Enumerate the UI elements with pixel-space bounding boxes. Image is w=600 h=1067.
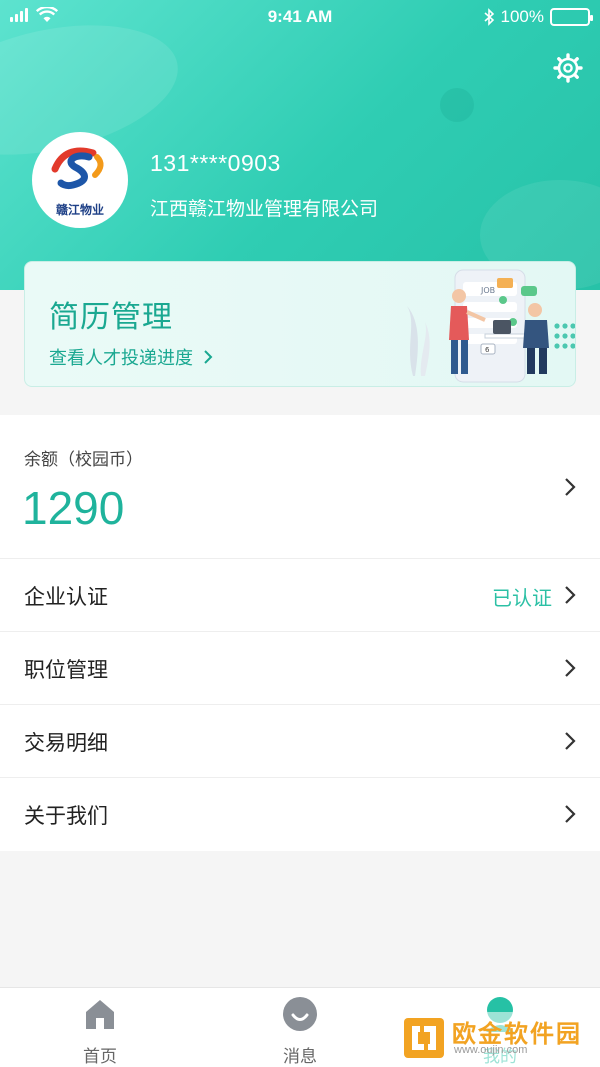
account-phone: 131****0903 — [150, 150, 281, 176]
menu-item-label: 交易明细 — [24, 731, 108, 755]
resume-card-link[interactable]: 查看人才投递进度 — [49, 344, 213, 370]
chevron-right-icon — [565, 586, 576, 604]
battery-percent: 100% — [500, 7, 544, 26]
chevron-right-icon — [565, 805, 576, 823]
resume-card-title: 简历管理 — [49, 300, 173, 335]
settings-gear-icon[interactable] — [552, 52, 584, 84]
message-icon — [283, 997, 317, 1031]
tab-home[interactable]: 首页 — [0, 988, 200, 1067]
watermark-url: www.oujin.com — [454, 1044, 528, 1056]
company-name: 江西赣江物业管理有限公司 — [150, 198, 379, 220]
balance-row[interactable]: 余额（校园币） 1290 — [0, 415, 600, 559]
home-icon — [86, 1000, 114, 1029]
battery-icon — [550, 8, 593, 26]
status-bar: 9:41 AM 100% — [0, 0, 600, 34]
header-decoration-dot — [440, 88, 474, 122]
menu-item-enterprise-certification[interactable]: 企业认证 已认证 — [0, 559, 600, 632]
illustration-badge-text: 6 — [485, 346, 490, 354]
menu-item-transaction-details[interactable]: 交易明细 — [0, 705, 600, 778]
bluetooth-icon — [483, 8, 494, 26]
tab-label: 首页 — [83, 1047, 117, 1067]
certification-status: 已认证 — [492, 586, 552, 610]
tab-messages[interactable]: 消息 — [200, 988, 400, 1067]
resume-management-card[interactable]: 简历管理 查看人才投递进度 JOB 6 — [24, 261, 576, 387]
company-avatar[interactable]: 赣江物业 — [32, 132, 128, 228]
company-logo-icon — [51, 147, 104, 190]
menu-item-label: 企业认证 — [24, 585, 108, 609]
menu-item-position-management[interactable]: 职位管理 — [0, 632, 600, 705]
recruitment-illustration: JOB 6 — [407, 269, 575, 383]
site-watermark: 欧金软件园 www.oujin.com — [398, 1012, 598, 1064]
chevron-right-icon — [565, 732, 576, 750]
menu-item-label: 职位管理 — [24, 658, 108, 682]
chevron-right-icon — [204, 350, 213, 364]
watermark-logo-icon — [404, 1018, 444, 1058]
profile-header: 9:41 AM 100% 赣江物业 131****0903 江西赣江物业管理有限… — [0, 0, 600, 290]
menu-item-about-us[interactable]: 关于我们 — [0, 778, 600, 851]
settings-list: 余额（校园币） 1290 企业认证 已认证 职位管理 交易明细 关于我们 — [0, 415, 600, 851]
company-logo-text: 赣江物业 — [55, 203, 104, 217]
resume-card-subtitle: 查看人才投递进度 — [49, 348, 193, 369]
menu-item-label: 关于我们 — [24, 804, 108, 828]
illustration-job-text: JOB — [480, 286, 495, 295]
tab-label: 消息 — [283, 1047, 317, 1067]
chevron-right-icon — [565, 478, 576, 496]
chevron-right-icon — [565, 659, 576, 677]
balance-value: 1290 — [22, 482, 125, 534]
balance-label: 余额（校园币） — [24, 450, 143, 470]
